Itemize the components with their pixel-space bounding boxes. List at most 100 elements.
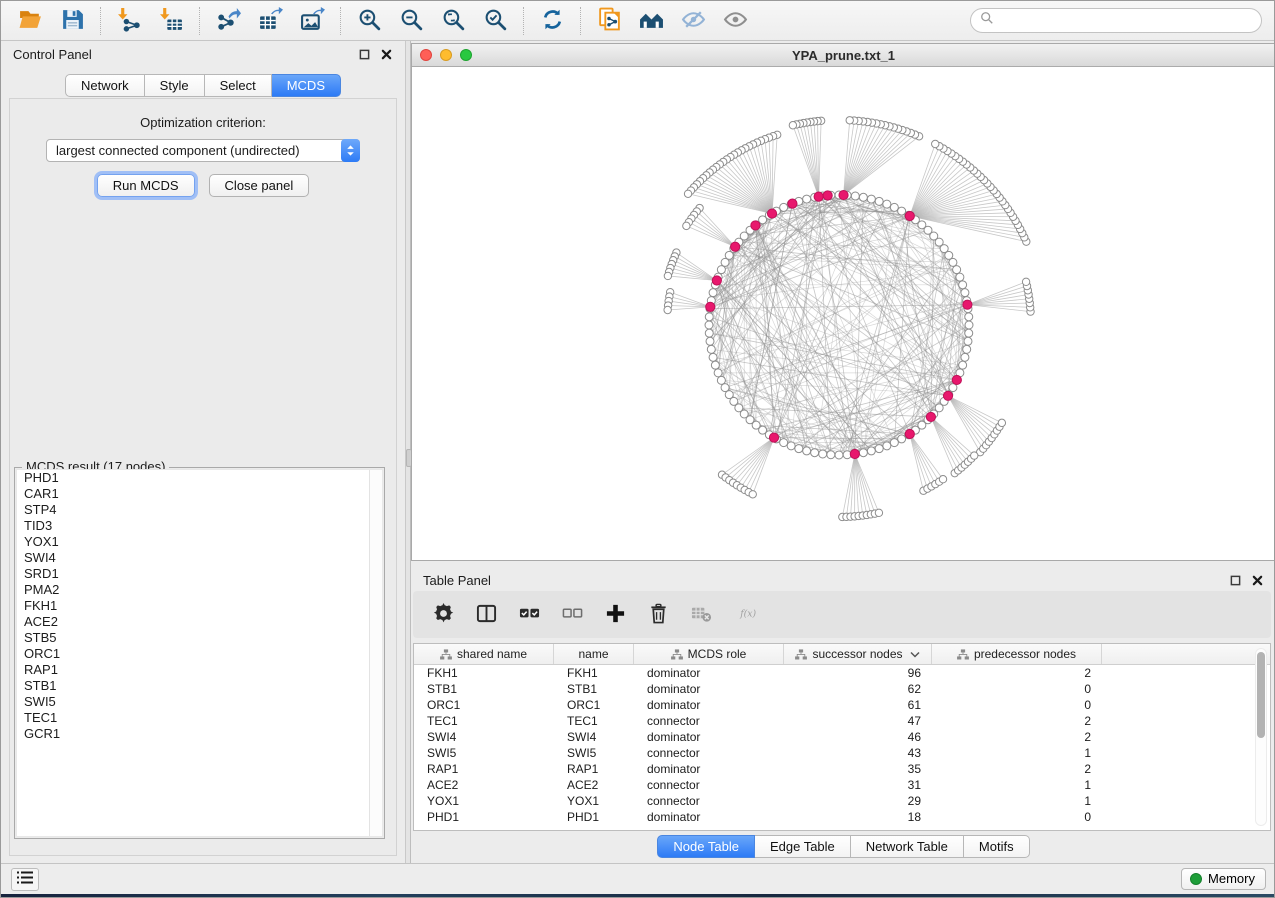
mcds-result-item[interactable]: YOX1 bbox=[17, 534, 382, 550]
cell-successor-nodes[interactable]: 43 bbox=[784, 745, 932, 761]
network-node[interactable] bbox=[664, 306, 671, 313]
network-node[interactable] bbox=[965, 321, 973, 329]
close-panel-button[interactable]: Close panel bbox=[209, 174, 310, 197]
network-node[interactable] bbox=[789, 122, 796, 129]
network-node[interactable] bbox=[780, 439, 788, 447]
network-node[interactable] bbox=[684, 190, 691, 197]
network-node[interactable] bbox=[961, 289, 969, 297]
cell-shared-name[interactable]: ACE2 bbox=[414, 777, 554, 793]
network-node[interactable] bbox=[959, 361, 967, 369]
delete-column-button[interactable] bbox=[645, 602, 671, 628]
network-node[interactable] bbox=[883, 200, 891, 208]
mcds-hub-node[interactable] bbox=[839, 190, 848, 199]
cell-successor-nodes[interactable]: 29 bbox=[784, 793, 932, 809]
network-node[interactable] bbox=[795, 445, 803, 453]
network-node[interactable] bbox=[965, 313, 973, 321]
network-node[interactable] bbox=[956, 273, 964, 281]
network-node[interactable] bbox=[709, 289, 717, 297]
network-node[interactable] bbox=[898, 435, 906, 443]
table-settings-button[interactable] bbox=[430, 602, 456, 628]
network-node[interactable] bbox=[875, 445, 883, 453]
memory-button[interactable]: Memory bbox=[1181, 868, 1266, 890]
first-neighbors-button[interactable] bbox=[630, 5, 672, 37]
cell-MCDS-role[interactable]: dominator bbox=[634, 809, 784, 825]
cell-name[interactable]: PHD1 bbox=[554, 809, 634, 825]
table-row[interactable]: TEC1TEC1connector472 bbox=[414, 713, 1270, 729]
tab-style[interactable]: Style bbox=[145, 74, 205, 97]
mcds-result-item[interactable]: SWI4 bbox=[17, 550, 382, 566]
network-node[interactable] bbox=[965, 329, 973, 337]
cell-successor-nodes[interactable]: 47 bbox=[784, 713, 932, 729]
network-node[interactable] bbox=[707, 345, 715, 353]
search-input[interactable] bbox=[999, 14, 1252, 28]
table-row[interactable]: SWI5SWI5connector431 bbox=[414, 745, 1270, 761]
export-table-button[interactable] bbox=[249, 5, 291, 37]
cell-shared-name[interactable]: SWI4 bbox=[414, 729, 554, 745]
task-history-button[interactable] bbox=[11, 868, 39, 891]
network-node[interactable] bbox=[867, 447, 875, 455]
mcds-hub-node[interactable] bbox=[712, 276, 721, 285]
table-row[interactable]: PHD1PHD1dominator180 bbox=[414, 809, 1270, 825]
save-session-button[interactable] bbox=[51, 5, 93, 37]
column-header-shared-name[interactable]: shared name bbox=[414, 644, 554, 664]
cell-MCDS-role[interactable]: dominator bbox=[634, 681, 784, 697]
tab-node-table[interactable]: Node Table bbox=[657, 835, 755, 858]
import-network-button[interactable] bbox=[108, 5, 150, 37]
network-node[interactable] bbox=[717, 266, 725, 274]
mcds-result-item[interactable]: STP4 bbox=[17, 502, 382, 518]
tab-edge-table[interactable]: Edge Table bbox=[755, 835, 851, 858]
cell-name[interactable]: SWI5 bbox=[554, 745, 634, 761]
cell-shared-name[interactable]: RAP1 bbox=[414, 761, 554, 777]
mcds-result-item[interactable]: STB1 bbox=[17, 678, 382, 694]
cell-MCDS-role[interactable]: connector bbox=[634, 745, 784, 761]
network-node[interactable] bbox=[664, 272, 671, 279]
mcds-result-item[interactable]: SRD1 bbox=[17, 566, 382, 582]
cell-successor-nodes[interactable]: 18 bbox=[784, 809, 932, 825]
network-node[interactable] bbox=[711, 361, 719, 369]
add-column-button[interactable] bbox=[602, 602, 628, 628]
network-node[interactable] bbox=[705, 321, 713, 329]
network-node[interactable] bbox=[835, 451, 843, 459]
run-mcds-button[interactable]: Run MCDS bbox=[97, 174, 195, 197]
cell-name[interactable]: YOX1 bbox=[554, 793, 634, 809]
network-node[interactable] bbox=[971, 452, 978, 459]
mcds-hub-node[interactable] bbox=[905, 429, 914, 438]
cell-MCDS-role[interactable]: dominator bbox=[634, 697, 784, 713]
column-header-predecessor-nodes[interactable]: predecessor nodes bbox=[932, 644, 1102, 664]
column-header-name[interactable]: name bbox=[554, 644, 634, 664]
cell-MCDS-role[interactable]: dominator bbox=[634, 665, 784, 681]
network-node[interactable] bbox=[859, 193, 867, 201]
tab-select[interactable]: Select bbox=[205, 74, 272, 97]
cell-predecessor-nodes[interactable]: 0 bbox=[932, 681, 1102, 697]
network-node[interactable] bbox=[846, 117, 853, 124]
mcds-hub-node[interactable] bbox=[788, 199, 797, 208]
column-view-button[interactable] bbox=[473, 602, 499, 628]
mcds-hub-node[interactable] bbox=[943, 391, 952, 400]
mcds-result-item[interactable]: RAP1 bbox=[17, 662, 382, 678]
cell-shared-name[interactable]: SWI5 bbox=[414, 745, 554, 761]
cell-name[interactable]: STB1 bbox=[554, 681, 634, 697]
cell-successor-nodes[interactable]: 31 bbox=[784, 777, 932, 793]
cell-MCDS-role[interactable]: connector bbox=[634, 777, 784, 793]
mcds-result-item[interactable]: CAR1 bbox=[17, 486, 382, 502]
cell-name[interactable]: RAP1 bbox=[554, 761, 634, 777]
cell-shared-name[interactable]: YOX1 bbox=[414, 793, 554, 809]
cell-predecessor-nodes[interactable]: 2 bbox=[932, 761, 1102, 777]
mcds-result-item[interactable]: PMA2 bbox=[17, 582, 382, 598]
zoom-in-button[interactable] bbox=[348, 5, 390, 37]
zoom-fit-button[interactable] bbox=[432, 5, 474, 37]
cell-successor-nodes[interactable]: 61 bbox=[784, 697, 932, 713]
cell-MCDS-role[interactable]: connector bbox=[634, 793, 784, 809]
network-node[interactable] bbox=[819, 450, 827, 458]
list-scrollbar-track[interactable] bbox=[369, 470, 382, 836]
cell-shared-name[interactable]: TEC1 bbox=[414, 713, 554, 729]
table-row[interactable]: FKH1FKH1dominator962 bbox=[414, 665, 1270, 681]
cell-successor-nodes[interactable]: 62 bbox=[784, 681, 932, 697]
mcds-result-item[interactable]: TEC1 bbox=[17, 710, 382, 726]
cell-successor-nodes[interactable]: 35 bbox=[784, 761, 932, 777]
cell-predecessor-nodes[interactable]: 2 bbox=[932, 729, 1102, 745]
table-row[interactable]: YOX1YOX1connector291 bbox=[414, 793, 1270, 809]
network-node[interactable] bbox=[787, 442, 795, 450]
network-node[interactable] bbox=[875, 197, 883, 205]
tab-network[interactable]: Network bbox=[65, 74, 145, 97]
